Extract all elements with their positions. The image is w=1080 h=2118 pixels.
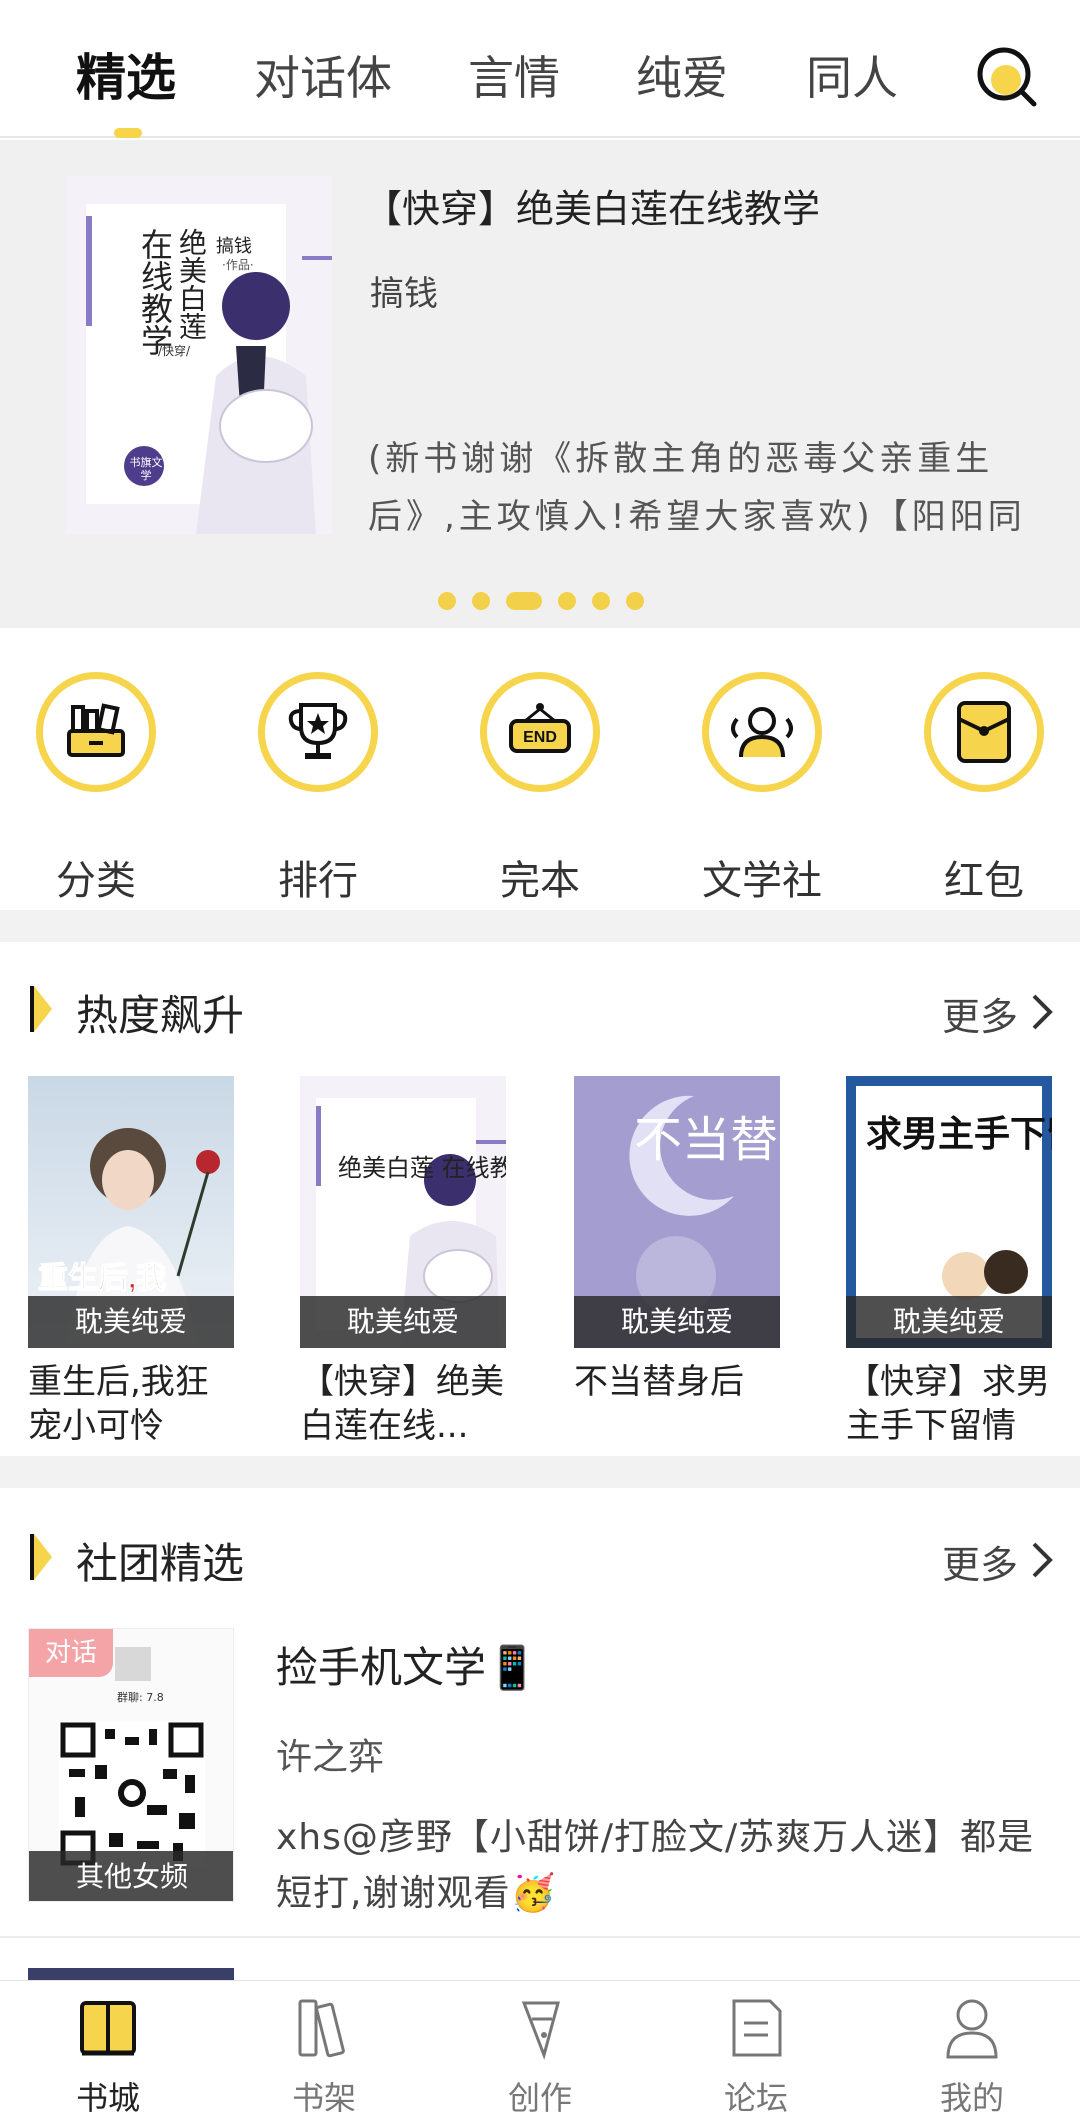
bookshelf-icon <box>298 1999 345 2058</box>
nav-label: 书架 <box>291 2079 356 2117</box>
club-item-cover[interactable]: 群聊: 7.8 对话 其他女频 <box>28 1628 234 1902</box>
carousel-dot <box>626 592 644 610</box>
club-item-genre-tag: 其他女频 <box>29 1851 233 1901</box>
carousel-dots <box>438 590 658 610</box>
chevron-right-icon[interactable] <box>1030 1540 1054 1580</box>
quick-link-category[interactable]: 分类 <box>16 672 176 904</box>
top-tab-bar: 精选 对话体 言情 纯爱 同人 <box>0 0 1080 138</box>
forum-icon <box>732 1999 782 2057</box>
banner-book-description: (新书谢谢《拆散主角的恶毒父亲重生后》,主攻慎入!希望大家喜欢)【阳阳同 <box>368 439 1026 537</box>
carousel-dot <box>592 592 610 610</box>
tab-featured[interactable]: 精选 <box>76 46 176 110</box>
quick-link-ranking[interactable]: 排行 <box>238 672 398 904</box>
search-button[interactable] <box>976 46 1038 108</box>
club-section-header: 社团精选 更多 <box>0 1504 1080 1604</box>
section-marker-icon <box>30 986 52 1032</box>
book-city-icon <box>80 2001 136 2056</box>
trophy-icon <box>288 703 348 759</box>
nav-label: 论坛 <box>723 2079 788 2117</box>
profile-icon <box>946 1999 998 2059</box>
book-genre-tag: 耽美纯爱 <box>846 1296 1052 1348</box>
book-title: 【快穿】绝美白莲在线... <box>300 1362 504 1446</box>
chevron-right-icon[interactable] <box>1030 992 1054 1032</box>
hot-section-title: 热度飙升 <box>76 991 245 1040</box>
quick-link-completed[interactable]: END 完本 <box>460 672 620 904</box>
quick-link-label: 完本 <box>500 858 580 904</box>
nav-profile[interactable]: 我的 <box>864 1981 1080 2118</box>
banner-book-cover[interactable]: 在线教学 绝美白莲 搞钱 ·作品· /快穿/ 书旗文学 <box>66 176 332 534</box>
category-icon <box>67 703 125 757</box>
end-text: END <box>523 729 557 746</box>
club-item-author: 许之弈 <box>276 1737 385 1778</box>
nav-bookshelf[interactable]: 书架 <box>216 1981 432 2118</box>
cover-author-sub: ·作品· <box>222 258 254 272</box>
book-title: 不当替身后 <box>574 1362 744 1402</box>
red-envelope-icon <box>957 701 1011 763</box>
pen-icon <box>521 2001 560 2060</box>
club-item-title[interactable]: 捡手机文学📱 <box>276 1634 538 1695</box>
bottom-nav: 书城 书架 创作 论坛 我的 <box>0 1980 1080 2118</box>
club-item-description: xhs@彦野【小甜饼/打脸文/苏爽万人迷】都是短打,谢谢观看🥳 <box>276 1817 1035 1914</box>
nav-create[interactable]: 创作 <box>432 1981 648 2118</box>
end-sign-icon: END <box>509 703 571 753</box>
book-genre-tag: 耽美纯爱 <box>574 1296 780 1348</box>
nav-label: 我的 <box>939 2079 1004 2117</box>
list-divider <box>0 1936 1080 1938</box>
club-section-title: 社团精选 <box>76 1539 245 1588</box>
quick-links: 分类 排行 END 完本 文学社 红包 <box>0 628 1080 910</box>
tab-dialogue[interactable]: 对话体 <box>254 46 392 110</box>
cover-publisher: 书旗文学 <box>129 456 163 482</box>
nav-label: 创作 <box>507 2079 572 2117</box>
search-icon <box>977 47 1037 107</box>
section-divider <box>0 910 1080 942</box>
carousel-dot-active <box>506 592 542 610</box>
community-icon <box>731 707 793 758</box>
quick-link-club[interactable]: 文学社 <box>682 672 842 904</box>
cover-text: 重生后,我 <box>38 1262 166 1295</box>
cover-genre: /快穿/ <box>158 344 191 358</box>
tab-fanfic[interactable]: 同人 <box>806 46 898 110</box>
featured-banner[interactable]: 在线教学 绝美白莲 搞钱 ·作品· /快穿/ 书旗文学 【快穿】绝美白莲在线教学… <box>0 140 1080 628</box>
tab-pure-love[interactable]: 纯爱 <box>636 46 728 110</box>
quick-link-label: 文学社 <box>702 858 822 904</box>
book-genre-tag: 耽美纯爱 <box>300 1296 506 1348</box>
active-tab-indicator <box>114 128 142 138</box>
tab-romance[interactable]: 言情 <box>468 46 560 110</box>
banner-book-title[interactable]: 【快穿】绝美白莲在线教学 <box>364 178 820 233</box>
carousel-dot <box>472 592 490 610</box>
cover-text: 求男主手下留情 <box>866 1113 1052 1154</box>
nav-label: 书城 <box>75 2079 140 2117</box>
hot-more-link[interactable]: 更多 <box>942 986 1018 1041</box>
carousel-dot <box>438 592 456 610</box>
cover-text: 绝美白莲 在线教学 <box>338 1154 506 1182</box>
nav-forum[interactable]: 论坛 <box>648 1981 864 2118</box>
qr-group-text: 群聊: 7.8 <box>117 1691 164 1704</box>
book-title: 【快穿】求男主手下留情 <box>846 1362 1050 1446</box>
book-genre-tag: 耽美纯爱 <box>28 1296 234 1348</box>
quick-link-label: 红包 <box>944 858 1024 904</box>
carousel-dot <box>558 592 576 610</box>
club-item-badge: 对话 <box>29 1629 113 1677</box>
hot-section-header: 热度飙升 更多 <box>0 956 1080 1056</box>
banner-book-author: 搞钱 <box>370 274 438 314</box>
nav-book-city[interactable]: 书城 <box>0 1981 216 2118</box>
section-divider <box>0 1456 1080 1488</box>
cover-author-text: 搞钱 <box>216 236 252 257</box>
club-more-link[interactable]: 更多 <box>942 1534 1018 1589</box>
quick-link-red-envelope[interactable]: 红包 <box>904 672 1064 904</box>
cover-title-text-2: 绝美白莲 <box>175 228 208 340</box>
book-title: 重生后,我狂宠小可怜 <box>28 1362 209 1446</box>
cover-text: 不当替身 <box>634 1112 780 1168</box>
section-marker-icon <box>30 1534 52 1580</box>
quick-link-label: 分类 <box>56 858 136 904</box>
quick-link-label: 排行 <box>278 858 358 904</box>
